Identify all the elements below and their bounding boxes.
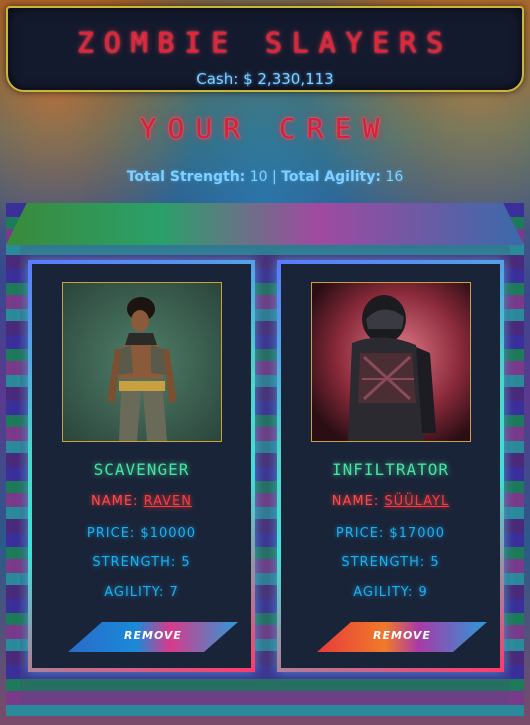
remove-button[interactable]: REMOVE [68,622,238,652]
crew-name-link[interactable]: SÜÜLAYL [384,494,449,509]
crew-card-scavenger: SCAVENGER NAME: RAVEN PRICE: $10000 STRE… [28,260,255,672]
totals-separator: | [272,169,277,185]
total-agility-value: 16 [385,169,404,185]
crew-totals: Total Strength: 10 | Total Agility: 16 [0,169,530,185]
crew-price: PRICE: $17000 [335,526,446,541]
cash-display: Cash: $ 2,330,113 [196,70,334,88]
name-label: NAME: [331,494,380,509]
remove-button-label: REMOVE [373,629,431,642]
panel-frame-top [6,203,524,245]
crew-panel: SCAVENGER NAME: RAVEN PRICE: $10000 STRE… [6,203,524,716]
crew-agility: AGILITY: 7 [104,585,179,600]
name-label: NAME: [91,494,139,509]
crew-name-link[interactable]: RAVEN [144,494,192,509]
crew-role: SCAVENGER [93,460,190,479]
crew-price: PRICE: $10000 [86,526,197,541]
crew-portrait [62,282,222,442]
crew-name-line: NAME: SÜÜLAYL [281,494,500,509]
game-header: ZOMBIE SLAYERS Cash: $ 2,330,113 [6,6,524,92]
crew-card-infiltrator: INFILTRATOR NAME: SÜÜLAYL PRICE: $17000 … [277,260,504,672]
remove-button-label: REMOVE [124,629,182,642]
total-strength-value: 10 [249,169,268,185]
game-title: ZOMBIE SLAYERS [76,26,453,59]
crew-heading: YOUR CREW [139,112,391,145]
crew-agility: AGILITY: 9 [353,585,428,600]
crew-strength: STRENGTH: 5 [341,555,440,570]
total-agility-label: Total Agility: [281,169,381,185]
crew-name-line: NAME: RAVEN [32,494,251,509]
crew-strength: STRENGTH: 5 [92,555,191,570]
total-strength-label: Total Strength: [126,169,246,185]
remove-button[interactable]: REMOVE [317,622,487,652]
crew-portrait [311,282,471,442]
crew-role: INFILTRATOR [332,460,449,479]
